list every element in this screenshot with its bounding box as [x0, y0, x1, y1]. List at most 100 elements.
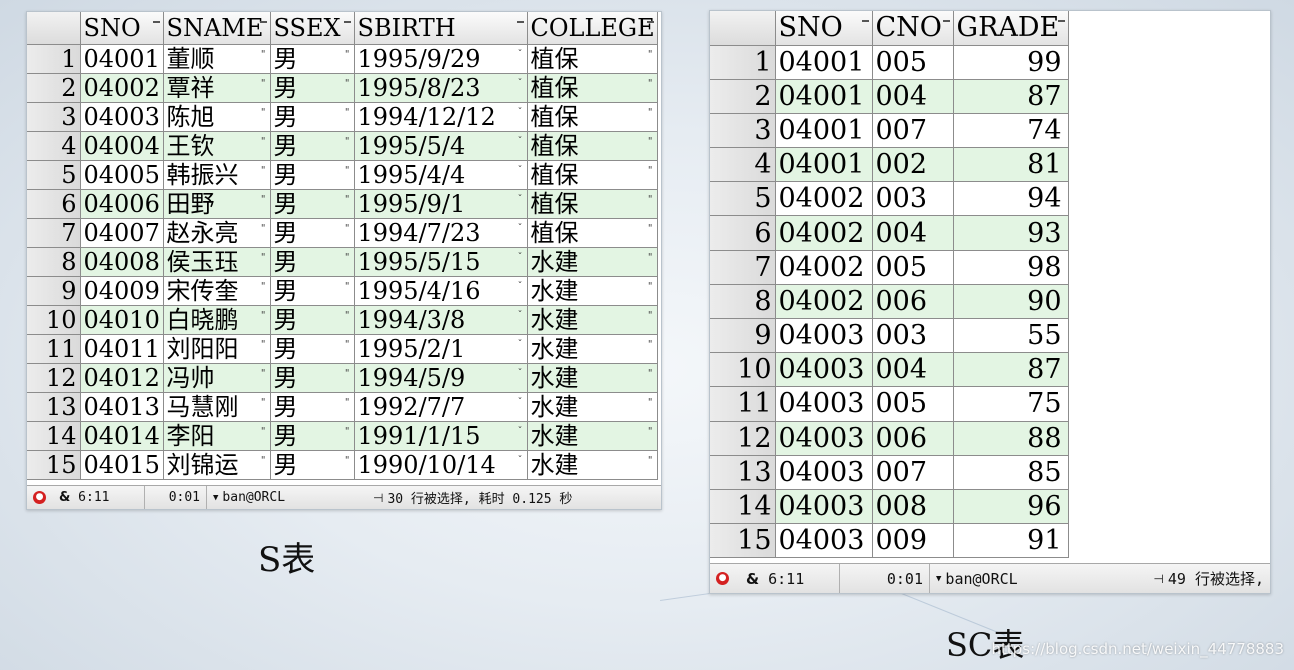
column-menu-icon[interactable]: [646, 21, 654, 23]
column-menu-icon[interactable]: [343, 21, 351, 23]
cell-editor-icon[interactable]: ˇ: [518, 281, 523, 292]
cell-sno[interactable]: 04001: [775, 147, 873, 183]
table-row[interactable]: 6 04002 004 93: [710, 215, 1069, 251]
cell-sno[interactable]: 04001: [775, 45, 873, 80]
row-number[interactable]: 10: [710, 352, 776, 388]
row-number[interactable]: 15: [710, 523, 776, 559]
column-header-college[interactable]: COLLEGE: [527, 12, 658, 45]
column-menu-icon[interactable]: [152, 21, 160, 23]
cell-ssex[interactable]: 男 ": [270, 189, 355, 219]
cell-sbirth[interactable]: 1994/12/12 ˇ: [354, 102, 528, 132]
cell-sno[interactable]: 04010: [80, 305, 164, 335]
column-header-sbirth[interactable]: SBIRTH: [354, 12, 528, 45]
cell-sname[interactable]: 王钦 ": [163, 131, 271, 161]
cell-grade[interactable]: 55: [953, 318, 1069, 354]
table-row[interactable]: 14 04003 008 96: [710, 489, 1069, 525]
row-number[interactable]: 14: [27, 421, 81, 451]
table-row[interactable]: 2 04001 004 87: [710, 79, 1069, 114]
row-number[interactable]: 1: [27, 44, 81, 74]
cell-college[interactable]: 水建 ": [527, 392, 658, 422]
table-row[interactable]: 7 04002 005 98: [710, 250, 1069, 285]
cell-sno[interactable]: 04013: [80, 392, 164, 422]
row-number-header[interactable]: [27, 12, 81, 45]
cell-editor-icon[interactable]: ": [345, 165, 350, 176]
cell-editor-icon[interactable]: ": [345, 281, 350, 292]
cell-editor-icon[interactable]: ˇ: [518, 136, 523, 147]
cell-editor-icon[interactable]: ": [648, 194, 653, 205]
row-number[interactable]: 2: [710, 79, 776, 114]
table-row[interactable]: 13 04013 马慧刚 " 男 " 1992/7/7 ˇ 水建 ": [27, 392, 658, 422]
cell-editor-icon[interactable]: ": [345, 426, 350, 437]
cell-editor-icon[interactable]: ˇ: [518, 107, 523, 118]
cell-sno[interactable]: 04003: [775, 318, 873, 354]
cell-grade[interactable]: 75: [953, 386, 1069, 422]
cell-sno[interactable]: 04006: [80, 189, 164, 219]
cell-editor-icon[interactable]: ": [648, 397, 653, 408]
cell-sno[interactable]: 04003: [775, 455, 873, 490]
cell-cno[interactable]: 008: [872, 489, 954, 525]
cell-editor-icon[interactable]: ": [261, 107, 266, 118]
cell-editor-icon[interactable]: ": [345, 107, 350, 118]
cell-editor-icon[interactable]: ": [261, 49, 266, 60]
cell-editor-icon[interactable]: ˇ: [518, 78, 523, 89]
cell-editor-icon[interactable]: ": [345, 339, 350, 350]
cell-sno[interactable]: 04009: [80, 276, 164, 306]
cell-sbirth[interactable]: 1995/5/4 ˇ: [354, 131, 528, 161]
cell-sbirth[interactable]: 1995/4/16 ˇ: [354, 276, 528, 306]
cell-college[interactable]: 水建 ": [527, 276, 658, 306]
cell-ssex[interactable]: 男 ": [270, 73, 355, 103]
row-number[interactable]: 12: [27, 363, 81, 393]
cell-college[interactable]: 水建 ": [527, 450, 658, 480]
cell-grade[interactable]: 96: [953, 489, 1069, 525]
cell-sno[interactable]: 04002: [775, 284, 873, 320]
row-number[interactable]: 11: [710, 386, 776, 422]
table-row[interactable]: 8 04002 006 90: [710, 284, 1069, 320]
row-number[interactable]: 1: [710, 45, 776, 80]
cell-grade[interactable]: 99: [953, 45, 1069, 80]
cell-editor-icon[interactable]: ": [261, 136, 266, 147]
cell-sno[interactable]: 04001: [775, 79, 873, 114]
table-row[interactable]: 3 04003 陈旭 " 男 " 1994/12/12 ˇ 植保 ": [27, 102, 658, 132]
cell-editor-icon[interactable]: ": [648, 78, 653, 89]
cell-editor-icon[interactable]: ": [345, 136, 350, 147]
cell-sno[interactable]: 04001: [775, 113, 873, 149]
table-row[interactable]: 9 04009 宋传奎 " 男 " 1995/4/16 ˇ 水建 ": [27, 276, 658, 306]
table-row[interactable]: 15 04003 009 91: [710, 523, 1069, 559]
cell-sname[interactable]: 刘阳阳 ": [163, 334, 271, 364]
cell-sbirth[interactable]: 1991/1/15 ˇ: [354, 421, 528, 451]
row-number[interactable]: 9: [710, 318, 776, 354]
cell-sno[interactable]: 04003: [775, 386, 873, 422]
table-row[interactable]: 11 04011 刘阳阳 " 男 " 1995/2/1 ˇ 水建 ": [27, 334, 658, 364]
cell-college[interactable]: 水建 ": [527, 363, 658, 393]
cell-sno[interactable]: 04014: [80, 421, 164, 451]
table-row[interactable]: 1 04001 005 99: [710, 45, 1069, 80]
cell-ssex[interactable]: 男 ": [270, 44, 355, 74]
cell-editor-icon[interactable]: ": [648, 136, 653, 147]
cell-grade[interactable]: 94: [953, 181, 1069, 217]
cell-editor-icon[interactable]: ": [345, 455, 350, 466]
cell-editor-icon[interactable]: ": [261, 281, 266, 292]
cell-grade[interactable]: 85: [953, 455, 1069, 490]
cell-cno[interactable]: 003: [872, 181, 954, 217]
cell-cno[interactable]: 009: [872, 523, 954, 559]
cell-ssex[interactable]: 男 ": [270, 247, 355, 277]
column-menu-icon[interactable]: [942, 20, 950, 22]
cell-editor-icon[interactable]: ": [261, 78, 266, 89]
stop-icon[interactable]: ●: [33, 491, 46, 504]
cell-editor-icon[interactable]: ": [345, 78, 350, 89]
table-row[interactable]: 15 04015 刘锦运 " 男 " 1990/10/14 ˇ 水建 ": [27, 450, 658, 480]
cell-sno[interactable]: 04012: [80, 363, 164, 393]
cell-sno[interactable]: 04002: [775, 181, 873, 217]
dropdown-caret-icon[interactable]: ▼: [936, 574, 941, 584]
cell-college[interactable]: 水建 ": [527, 334, 658, 364]
cell-editor-icon[interactable]: ": [648, 455, 653, 466]
cell-sno[interactable]: 04002: [80, 73, 164, 103]
cell-editor-icon[interactable]: ": [345, 252, 350, 263]
cell-sno[interactable]: 04001: [80, 44, 164, 74]
cell-grade[interactable]: 87: [953, 352, 1069, 388]
column-menu-icon[interactable]: [1057, 20, 1065, 22]
row-number[interactable]: 5: [27, 160, 81, 190]
cell-sbirth[interactable]: 1994/3/8 ˇ: [354, 305, 528, 335]
cell-editor-icon[interactable]: ": [345, 223, 350, 234]
cell-sbirth[interactable]: 1995/8/23 ˇ: [354, 73, 528, 103]
